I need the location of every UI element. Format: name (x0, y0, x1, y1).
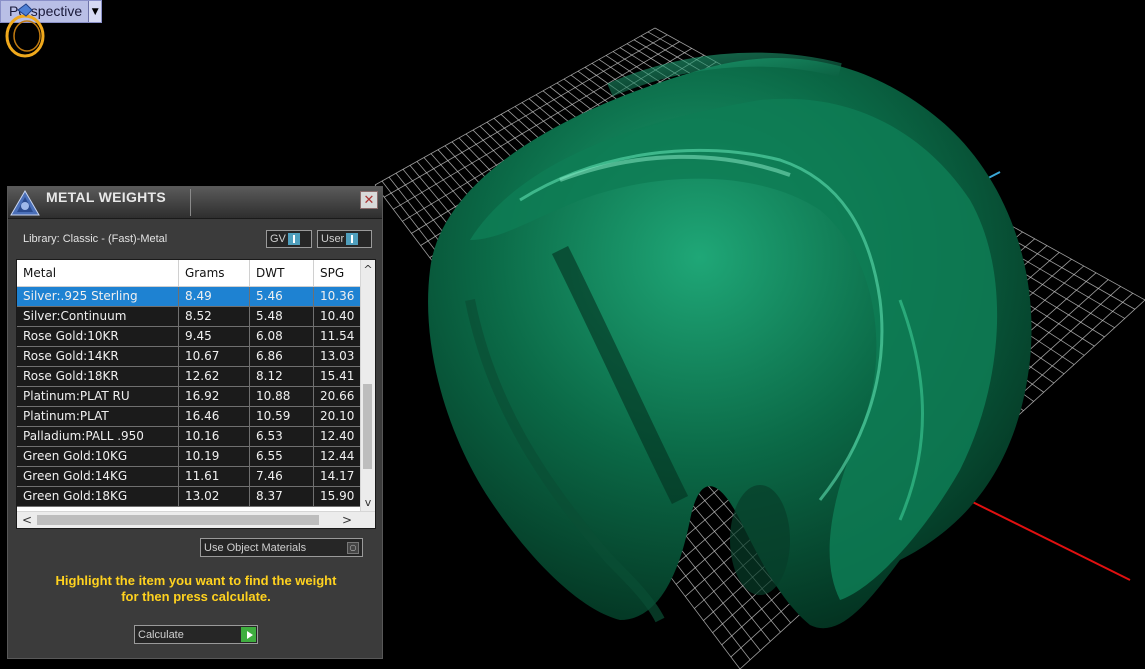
cell-dwt: 5.48 (250, 307, 314, 327)
cell-grams: 16.46 (179, 407, 250, 427)
use-object-materials-checkbox[interactable]: Use Object Materials ○ (200, 538, 363, 557)
cell-grams: 13.02 (179, 487, 250, 507)
cell-metal: Palladium:PALL .950 (17, 427, 179, 447)
panel-header[interactable]: METAL WEIGHTS ✕ (8, 187, 382, 219)
library-label: Library: Classic - (Fast)-Metal (23, 233, 168, 245)
cell-grams: 16.92 (179, 387, 250, 407)
cell-metal: Green Gold:10KG (17, 447, 179, 467)
instruction-text: Highlight the item you want to find the … (20, 573, 372, 605)
ring-view-icon[interactable] (0, 0, 50, 60)
cell-spg: 10.40 (314, 307, 362, 327)
toggle-on-icon (287, 233, 300, 245)
ring-model[interactable] (428, 52, 1032, 629)
cell-spg: 20.66 (314, 387, 362, 407)
table-row[interactable]: Silver:.925 Sterling 8.49 5.46 10.36 (17, 287, 362, 307)
column-header-spg[interactable]: SPG (314, 260, 362, 286)
cell-metal: Rose Gold:10KR (17, 327, 179, 347)
table-row[interactable]: Platinum:PLAT 16.46 10.59 20.10 (17, 407, 362, 427)
cell-spg: 13.03 (314, 347, 362, 367)
use-object-materials-label: Use Object Materials (204, 541, 307, 554)
metal-weights-table[interactable]: Metal Grams DWT SPG Silver:.925 Sterling… (16, 259, 376, 529)
cell-dwt: 7.46 (250, 467, 314, 487)
gv-toggle-label: GV (270, 233, 286, 245)
horizontal-scrollbar[interactable]: < > (17, 511, 375, 528)
cell-metal: Green Gold:14KG (17, 467, 179, 487)
cell-grams: 10.16 (179, 427, 250, 447)
table-row[interactable]: Rose Gold:18KR 12.62 8.12 15.41 (17, 367, 362, 387)
play-icon (241, 627, 256, 642)
panel-title: METAL WEIGHTS (46, 189, 167, 205)
cell-metal: Silver:Continuum (17, 307, 179, 327)
instruction-line-1: Highlight the item you want to find the … (55, 573, 337, 588)
cell-spg: 15.41 (314, 367, 362, 387)
table-row[interactable]: Green Gold:18KG 13.02 8.37 15.90 (17, 487, 362, 507)
table-body: Silver:.925 Sterling 8.49 5.46 10.36 Silver:… (17, 287, 362, 507)
table-row[interactable]: Rose Gold:14KR 10.67 6.86 13.03 (17, 347, 362, 367)
cell-metal: Rose Gold:14KR (17, 347, 179, 367)
horizontal-scroll-thumb[interactable] (37, 515, 319, 525)
cell-dwt: 6.53 (250, 427, 314, 447)
scroll-down-icon[interactable]: v (361, 495, 375, 511)
scroll-left-icon[interactable]: < (19, 512, 35, 528)
cell-spg: 15.90 (314, 487, 362, 507)
cell-dwt: 6.55 (250, 447, 314, 467)
cell-spg: 14.17 (314, 467, 362, 487)
cell-metal: Silver:.925 Sterling (17, 287, 179, 307)
matrix-logo-icon (10, 190, 40, 216)
cell-dwt: 8.12 (250, 367, 314, 387)
table-row[interactable]: Green Gold:10KG 10.19 6.55 12.44 (17, 447, 362, 467)
table-header: Metal Grams DWT SPG (17, 260, 362, 287)
cell-spg: 12.40 (314, 427, 362, 447)
calculate-label: Calculate (138, 628, 184, 641)
close-icon[interactable]: ✕ (360, 191, 378, 209)
user-toggle-label: User (321, 233, 345, 245)
metal-weights-panel: METAL WEIGHTS ✕ Library: Classic - (Fast… (7, 186, 383, 659)
cell-dwt: 10.59 (250, 407, 314, 427)
cell-metal: Rose Gold:18KR (17, 367, 179, 387)
cell-spg: 10.36 (314, 287, 362, 307)
gv-toggle[interactable]: GV (266, 230, 312, 248)
cell-spg: 11.54 (314, 327, 362, 347)
toggle-on-icon (346, 233, 359, 245)
column-header-grams[interactable]: Grams (179, 260, 250, 286)
cell-dwt: 10.88 (250, 387, 314, 407)
cell-grams: 9.45 (179, 327, 250, 347)
table-row[interactable]: Platinum:PLAT RU 16.92 10.88 20.66 (17, 387, 362, 407)
cell-metal: Green Gold:18KG (17, 487, 179, 507)
cell-dwt: 5.46 (250, 287, 314, 307)
cell-grams: 11.61 (179, 467, 250, 487)
cell-grams: 8.52 (179, 307, 250, 327)
table-row[interactable]: Palladium:PALL .950 10.16 6.53 12.40 (17, 427, 362, 447)
cell-metal: Platinum:PLAT RU (17, 387, 179, 407)
column-header-metal[interactable]: Metal (17, 260, 179, 286)
cell-spg: 20.10 (314, 407, 362, 427)
cell-metal: Platinum:PLAT (17, 407, 179, 427)
vertical-scroll-thumb[interactable] (363, 384, 372, 469)
table-row[interactable]: Rose Gold:10KR 9.45 6.08 11.54 (17, 327, 362, 347)
cell-dwt: 8.37 (250, 487, 314, 507)
scroll-up-icon[interactable]: ^ (361, 262, 375, 278)
calculate-button[interactable]: Calculate (134, 625, 258, 644)
user-toggle[interactable]: User (317, 230, 372, 248)
header-divider (190, 189, 191, 216)
cell-spg: 12.44 (314, 447, 362, 467)
column-header-dwt[interactable]: DWT (250, 260, 314, 286)
instruction-line-2: for then press calculate. (121, 589, 271, 604)
cell-dwt: 6.86 (250, 347, 314, 367)
chevron-down-icon[interactable]: ▼ (88, 1, 102, 22)
cell-grams: 8.49 (179, 287, 250, 307)
table-row[interactable]: Silver:Continuum 8.52 5.48 10.40 (17, 307, 362, 327)
cell-grams: 12.62 (179, 367, 250, 387)
radio-off-icon: ○ (347, 541, 359, 554)
vertical-scrollbar[interactable]: ^ v (360, 260, 375, 513)
cell-grams: 10.19 (179, 447, 250, 467)
scroll-right-icon[interactable]: > (339, 512, 355, 528)
cell-dwt: 6.08 (250, 327, 314, 347)
table-row[interactable]: Green Gold:14KG 11.61 7.46 14.17 (17, 467, 362, 487)
cell-grams: 10.67 (179, 347, 250, 367)
